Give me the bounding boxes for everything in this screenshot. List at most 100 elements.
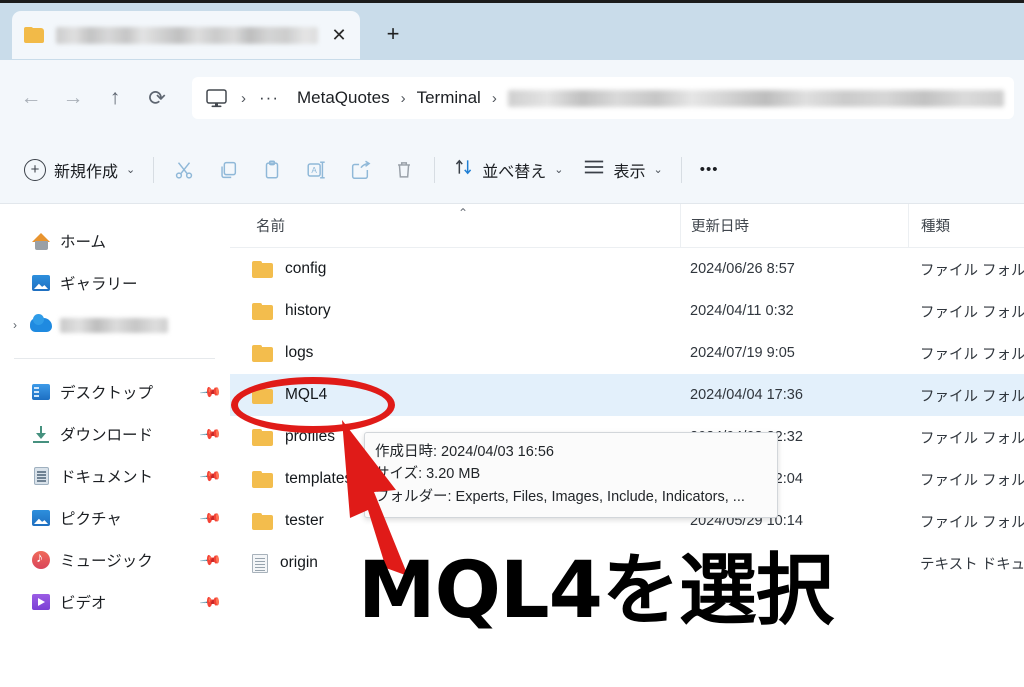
- sidebar-item-gallery[interactable]: ギャラリー: [0, 262, 229, 304]
- sort-button-label: 並べ替え: [482, 163, 547, 181]
- delete-button[interactable]: [382, 151, 426, 189]
- paste-button[interactable]: [250, 151, 294, 189]
- new-button-label: 新規作成: [54, 163, 119, 181]
- file-date: 2024/06/26 8:57: [690, 261, 795, 277]
- column-header-name[interactable]: 名前: [230, 204, 680, 247]
- breadcrumb-item-redacted[interactable]: [507, 89, 1004, 107]
- column-header-type[interactable]: 種類: [908, 204, 1024, 247]
- pin-icon[interactable]: 📌: [198, 590, 223, 614]
- breadcrumb-item-terminal[interactable]: Terminal: [417, 88, 481, 108]
- sidebar-item-label: ホーム: [60, 234, 107, 251]
- chevron-down-icon: ⌄: [126, 164, 136, 176]
- share-button[interactable]: [338, 151, 382, 189]
- sort-button[interactable]: 並べ替え ⌄: [443, 151, 573, 189]
- back-button[interactable]: ←: [10, 77, 52, 119]
- rename-button[interactable]: A: [294, 151, 338, 189]
- sidebar-item-label: ピクチャ: [60, 511, 122, 528]
- annotation-callout-text: MQL4を選択: [358, 546, 834, 636]
- column-headers: ⌃ 名前 更新日時 種類: [230, 204, 1024, 248]
- breadcrumb[interactable]: › ··· MetaQuotes › Terminal ›: [192, 77, 1014, 119]
- up-button[interactable]: ↑: [94, 77, 136, 119]
- file-type: ファイル フォルダ: [920, 388, 1024, 405]
- pin-icon[interactable]: 📌: [198, 422, 223, 446]
- navigation-bar: ← → ↑ ⟳ › ··· MetaQuotes › Terminal ›: [0, 60, 1024, 136]
- view-button-label: 表示: [613, 163, 646, 181]
- pictures-icon: [26, 510, 56, 526]
- music-icon: [26, 549, 56, 569]
- sidebar-item-home[interactable]: ホーム: [0, 220, 229, 262]
- table-row[interactable]: logs 2024/07/19 9:05 ファイル フォルダ: [230, 332, 1024, 374]
- column-header-date[interactable]: 更新日時: [680, 204, 908, 247]
- table-row-selected-mql4[interactable]: MQL4 2024/04/04 17:36 ファイル フォルダ: [230, 374, 1024, 416]
- pin-icon[interactable]: 📌: [198, 506, 223, 530]
- sidebar-item-videos[interactable]: ビデオ 📌: [0, 581, 229, 623]
- file-date: 2024/04/04 17:36: [690, 387, 803, 403]
- svg-text:A: A: [312, 166, 318, 175]
- desktop-icon: [26, 384, 56, 400]
- file-name: logs: [285, 344, 314, 361]
- toolbar-divider: [153, 156, 155, 183]
- file-type: ファイル フォルダ: [920, 514, 1024, 531]
- sidebar-item-desktop[interactable]: デスクトップ 📌: [0, 371, 229, 413]
- folder-icon: [24, 26, 44, 44]
- sidebar-divider: [14, 358, 215, 359]
- sort-ascending-icon: ⌃: [458, 206, 469, 220]
- pin-icon[interactable]: 📌: [198, 380, 223, 404]
- forward-button[interactable]: →: [52, 77, 94, 119]
- title-bar: ✕ +: [0, 0, 1024, 60]
- breadcrumb-item-metaquotes[interactable]: MetaQuotes: [297, 88, 390, 108]
- file-name: config: [285, 260, 327, 277]
- refresh-button[interactable]: ⟳: [136, 77, 178, 119]
- more-options-button[interactable]: •••: [690, 151, 729, 189]
- toolbar-divider: [434, 156, 436, 183]
- file-name-cell: history: [230, 302, 680, 320]
- folder-icon: [252, 302, 273, 320]
- file-date: 2024/04/11 0:32: [690, 303, 794, 319]
- tab-title-redacted: [56, 26, 318, 44]
- toolbar-divider: [680, 156, 682, 183]
- breadcrumb-separator: ›: [241, 89, 246, 107]
- sidebar-item-documents[interactable]: ドキュメント 📌: [0, 455, 229, 497]
- folder-icon: [252, 344, 273, 362]
- file-type: ファイル フォルダ: [920, 430, 1024, 447]
- sidebar-item-pictures[interactable]: ピクチャ 📌: [0, 497, 229, 539]
- pin-icon[interactable]: 📌: [198, 548, 223, 572]
- file-name: history: [285, 302, 331, 319]
- table-row[interactable]: config 2024/06/26 8:57 ファイル フォルダ: [230, 248, 1024, 290]
- browser-tab-active[interactable]: ✕: [12, 11, 360, 59]
- sidebar-item-onedrive[interactable]: ›: [0, 304, 229, 346]
- file-name: origin: [280, 554, 318, 571]
- documents-icon: [26, 467, 56, 485]
- monitor-icon[interactable]: [202, 88, 230, 108]
- folder-icon: [252, 260, 273, 278]
- close-icon[interactable]: ✕: [324, 20, 354, 50]
- file-type: テキスト ドキュ: [920, 556, 1024, 573]
- table-row[interactable]: history 2024/04/11 0:32 ファイル フォルダ: [230, 290, 1024, 332]
- breadcrumb-overflow[interactable]: ···: [257, 88, 281, 108]
- sidebar-item-label: ギャラリー: [60, 276, 138, 293]
- pin-icon[interactable]: 📌: [198, 464, 223, 488]
- sidebar-item-downloads[interactable]: ダウンロード 📌: [0, 413, 229, 455]
- plus-icon: +: [24, 158, 46, 181]
- view-icon: [583, 158, 605, 181]
- file-type: ファイル フォルダ: [920, 472, 1024, 489]
- sidebar-item-label: ダウンロード: [60, 427, 154, 444]
- chevron-right-icon[interactable]: ›: [4, 318, 26, 332]
- sort-icon: [453, 157, 474, 182]
- file-name: tester: [285, 512, 324, 529]
- new-button[interactable]: + 新規作成 ⌄: [14, 151, 145, 189]
- breadcrumb-separator: ›: [491, 89, 497, 107]
- file-name: MQL4: [285, 386, 328, 403]
- cut-button[interactable]: [162, 151, 206, 189]
- sidebar-item-label: ビデオ: [60, 595, 107, 612]
- folder-icon: [252, 512, 273, 530]
- file-type: ファイル フォルダ: [920, 346, 1024, 363]
- file-name: profiles: [285, 428, 335, 445]
- videos-icon: [26, 594, 56, 610]
- sidebar-item-label: ドキュメント: [60, 469, 154, 486]
- view-button[interactable]: 表示 ⌄: [573, 151, 672, 189]
- file-type: ファイル フォルダ: [920, 262, 1024, 279]
- sidebar-item-music[interactable]: ミュージック 📌: [0, 539, 229, 581]
- new-tab-button[interactable]: +: [376, 19, 410, 49]
- copy-button[interactable]: [206, 151, 250, 189]
